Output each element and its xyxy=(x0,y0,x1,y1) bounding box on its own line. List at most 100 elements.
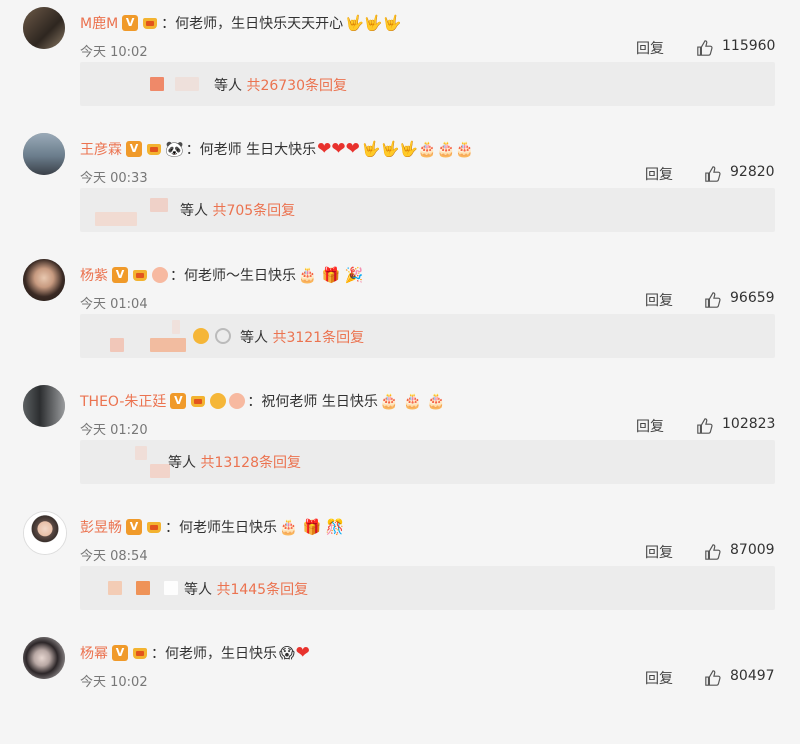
blurred-avatar xyxy=(150,464,170,478)
blurred-avatar xyxy=(150,198,168,212)
sub-reply-label: 等人 xyxy=(180,203,208,219)
username[interactable]: THEO-朱正廷 xyxy=(80,391,166,411)
verified-v-icon: V xyxy=(112,645,128,661)
comment-text: ：祝何老师 生日快乐 xyxy=(247,394,378,410)
thumbs-up-icon[interactable] xyxy=(704,165,722,183)
emoji: 🎂 🎁 🎉 xyxy=(298,266,364,284)
blurred-avatar xyxy=(108,581,122,595)
blurred-avatar xyxy=(164,581,178,595)
timestamp: 今天 08:54 xyxy=(80,548,148,564)
blurred-avatar xyxy=(110,338,124,352)
sub-reply-label: 等人 xyxy=(168,455,196,471)
emoji: 🎂 🎂 🎂 xyxy=(379,392,446,410)
blurred-avatar xyxy=(95,212,137,226)
sub-reply-count[interactable]: 共3121条回复 xyxy=(272,330,364,346)
ring-icon xyxy=(215,328,231,344)
medal-icon xyxy=(152,267,168,283)
reply-button[interactable]: 回复 xyxy=(645,542,673,562)
timestamp: 今天 01:04 xyxy=(80,296,148,312)
emoji: 🤟🤟🤟🎂🎂🎂 xyxy=(361,140,474,158)
like-count: 115960 xyxy=(722,38,776,54)
thumbs-up-icon[interactable] xyxy=(704,543,722,561)
sub-reply-count[interactable]: 共705条回复 xyxy=(212,203,295,219)
reply-button[interactable]: 回复 xyxy=(636,38,664,58)
comment-item: THEO-朱正廷 V ：祝何老师 生日快乐 🎂 🎂 🎂 今天 01:20 回复 … xyxy=(0,372,800,492)
sub-replies-box[interactable]: 等人 共13128条回复 xyxy=(80,440,775,484)
avatar[interactable] xyxy=(23,259,65,301)
like-count: 92820 xyxy=(730,164,775,180)
reply-button[interactable]: 回复 xyxy=(645,290,673,310)
like-count: 87009 xyxy=(730,542,775,558)
like-count: 102823 xyxy=(722,416,776,432)
like-count: 80497 xyxy=(730,668,775,684)
comment-text: ：何老师，生日快乐天天开心 xyxy=(161,16,344,32)
emoji: 🐼 xyxy=(165,140,184,158)
comment-text: ：何老师，生日快乐 xyxy=(151,646,277,662)
comment-item: 杨紫 V ：何老师～生日快乐 🎂 🎁 🎉 今天 01:04 回复 96659 等… xyxy=(0,246,800,366)
sub-reply-label: 等人 xyxy=(214,78,242,94)
sub-reply-label: 等人 xyxy=(184,582,212,598)
blurred-avatar xyxy=(175,77,199,91)
verified-v-icon: V xyxy=(112,267,128,283)
timestamp: 今天 10:02 xyxy=(80,674,148,690)
emoji: 😱 xyxy=(279,644,295,662)
blurred-avatar xyxy=(150,338,186,352)
comment-item: 杨幂 V ：何老师，生日快乐 😱 ❤ 今天 10:02 回复 80497 xyxy=(0,624,800,744)
blurred-avatar xyxy=(136,581,150,595)
verified-v-icon: V xyxy=(126,519,142,535)
sub-reply-count[interactable]: 共13128条回复 xyxy=(200,455,301,471)
avatar[interactable] xyxy=(23,637,65,679)
sub-replies-box[interactable]: 等人 共26730条回复 xyxy=(80,62,775,106)
reply-button[interactable]: 回复 xyxy=(636,416,664,436)
sub-reply-label: 等人 xyxy=(240,330,268,346)
sub-replies-box[interactable]: 等人 共3121条回复 xyxy=(80,314,775,358)
heart-emoji: ❤❤❤ xyxy=(317,139,360,159)
reply-button[interactable]: 回复 xyxy=(645,668,673,688)
comment-text: ：何老师 生日大快乐 xyxy=(185,142,317,158)
crown-icon xyxy=(141,15,159,31)
avatar[interactable] xyxy=(23,133,65,175)
thumbs-up-icon[interactable] xyxy=(704,291,722,309)
thumbs-up-icon[interactable] xyxy=(696,417,714,435)
crown-icon xyxy=(145,141,163,157)
username[interactable]: 杨紫 xyxy=(80,265,108,285)
medal-icon xyxy=(193,328,209,344)
comment-item: M鹿M V ：何老师，生日快乐天天开心 🤟🤟🤟 今天 10:02 回复 1159… xyxy=(0,0,800,114)
emoji: 🎂 🎁 🎊 xyxy=(279,518,345,536)
comment-text: ：何老师～生日快乐 xyxy=(170,268,296,284)
avatar[interactable] xyxy=(23,385,65,427)
comment-item: 王彦霖 V 🐼 ：何老师 生日大快乐 ❤❤❤ 🤟🤟🤟🎂🎂🎂 今天 00:33 回… xyxy=(0,120,800,240)
avatar[interactable] xyxy=(23,7,65,49)
blurred-avatar xyxy=(135,446,147,460)
verified-v-icon: V xyxy=(122,15,139,31)
like-count: 96659 xyxy=(730,290,775,306)
medal-icon xyxy=(229,393,246,409)
blurred-avatar xyxy=(172,320,180,334)
timestamp: 今天 01:20 xyxy=(80,422,148,438)
sub-reply-count[interactable]: 共1445条回复 xyxy=(216,582,308,598)
avatar[interactable] xyxy=(23,511,67,555)
heart-emoji: ❤ xyxy=(295,643,310,663)
comment-text: ：何老师生日快乐 xyxy=(165,520,277,536)
thumbs-up-icon[interactable] xyxy=(696,39,714,57)
blurred-avatar xyxy=(150,77,164,91)
sub-replies-box[interactable]: 等人 共1445条回复 xyxy=(80,566,775,610)
username[interactable]: 彭昱畅 xyxy=(80,517,122,537)
medal-icon xyxy=(210,393,227,409)
username[interactable]: 杨幂 xyxy=(80,643,108,663)
emoji: 🤟🤟🤟 xyxy=(345,14,402,32)
username[interactable]: 王彦霖 xyxy=(80,139,122,159)
timestamp: 今天 00:33 xyxy=(80,170,148,186)
crown-icon xyxy=(131,267,149,283)
reply-button[interactable]: 回复 xyxy=(645,164,673,184)
sub-reply-count[interactable]: 共26730条回复 xyxy=(246,78,347,94)
timestamp: 今天 10:02 xyxy=(80,44,148,60)
comment-item: 彭昱畅 V ：何老师生日快乐 🎂 🎁 🎊 今天 08:54 回复 87009 等… xyxy=(0,498,800,618)
thumbs-up-icon[interactable] xyxy=(704,669,722,687)
crown-icon xyxy=(131,645,149,661)
verified-v-icon: V xyxy=(170,393,187,409)
crown-icon xyxy=(145,519,163,535)
username[interactable]: M鹿M xyxy=(80,13,118,33)
sub-replies-box[interactable]: 等人 共705条回复 xyxy=(80,188,775,232)
crown-icon xyxy=(189,393,207,409)
